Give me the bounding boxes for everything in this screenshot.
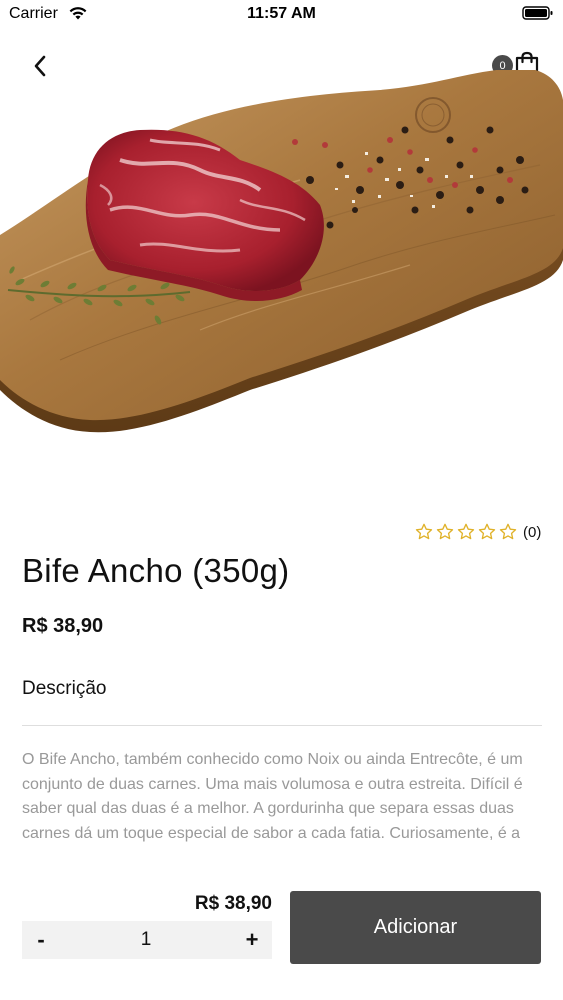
status-time: 11:57 AM [247,5,316,22]
description-heading: Descrição [22,678,107,699]
star-icon [415,523,433,540]
add-to-cart-button[interactable]: Adicionar [290,891,541,964]
star-icon [478,523,496,540]
star-icon [499,523,517,540]
star-icon [436,523,454,540]
increase-quantity-button[interactable]: + [232,921,272,959]
divider [22,725,542,726]
product-price: R$ 38,90 [22,615,104,637]
product-image [0,68,563,445]
rating-stars [414,522,519,542]
total-price: R$ 38,90 [194,893,272,914]
star-icon [457,523,475,540]
quantity-stepper: - 1 + [22,921,272,959]
battery-icon [522,5,554,26]
rating-count: (0) [523,523,542,541]
product-description: O Bife Ancho, também conhecido como Noix… [22,751,523,842]
quantity-value: 1 [140,929,152,950]
decrease-quantity-button[interactable]: - [22,921,60,959]
status-bar: Carrier 11:57 AM [0,0,563,30]
product-rating: (0) [414,521,541,543]
product-title: Bife Ancho (350g) [22,552,290,589]
